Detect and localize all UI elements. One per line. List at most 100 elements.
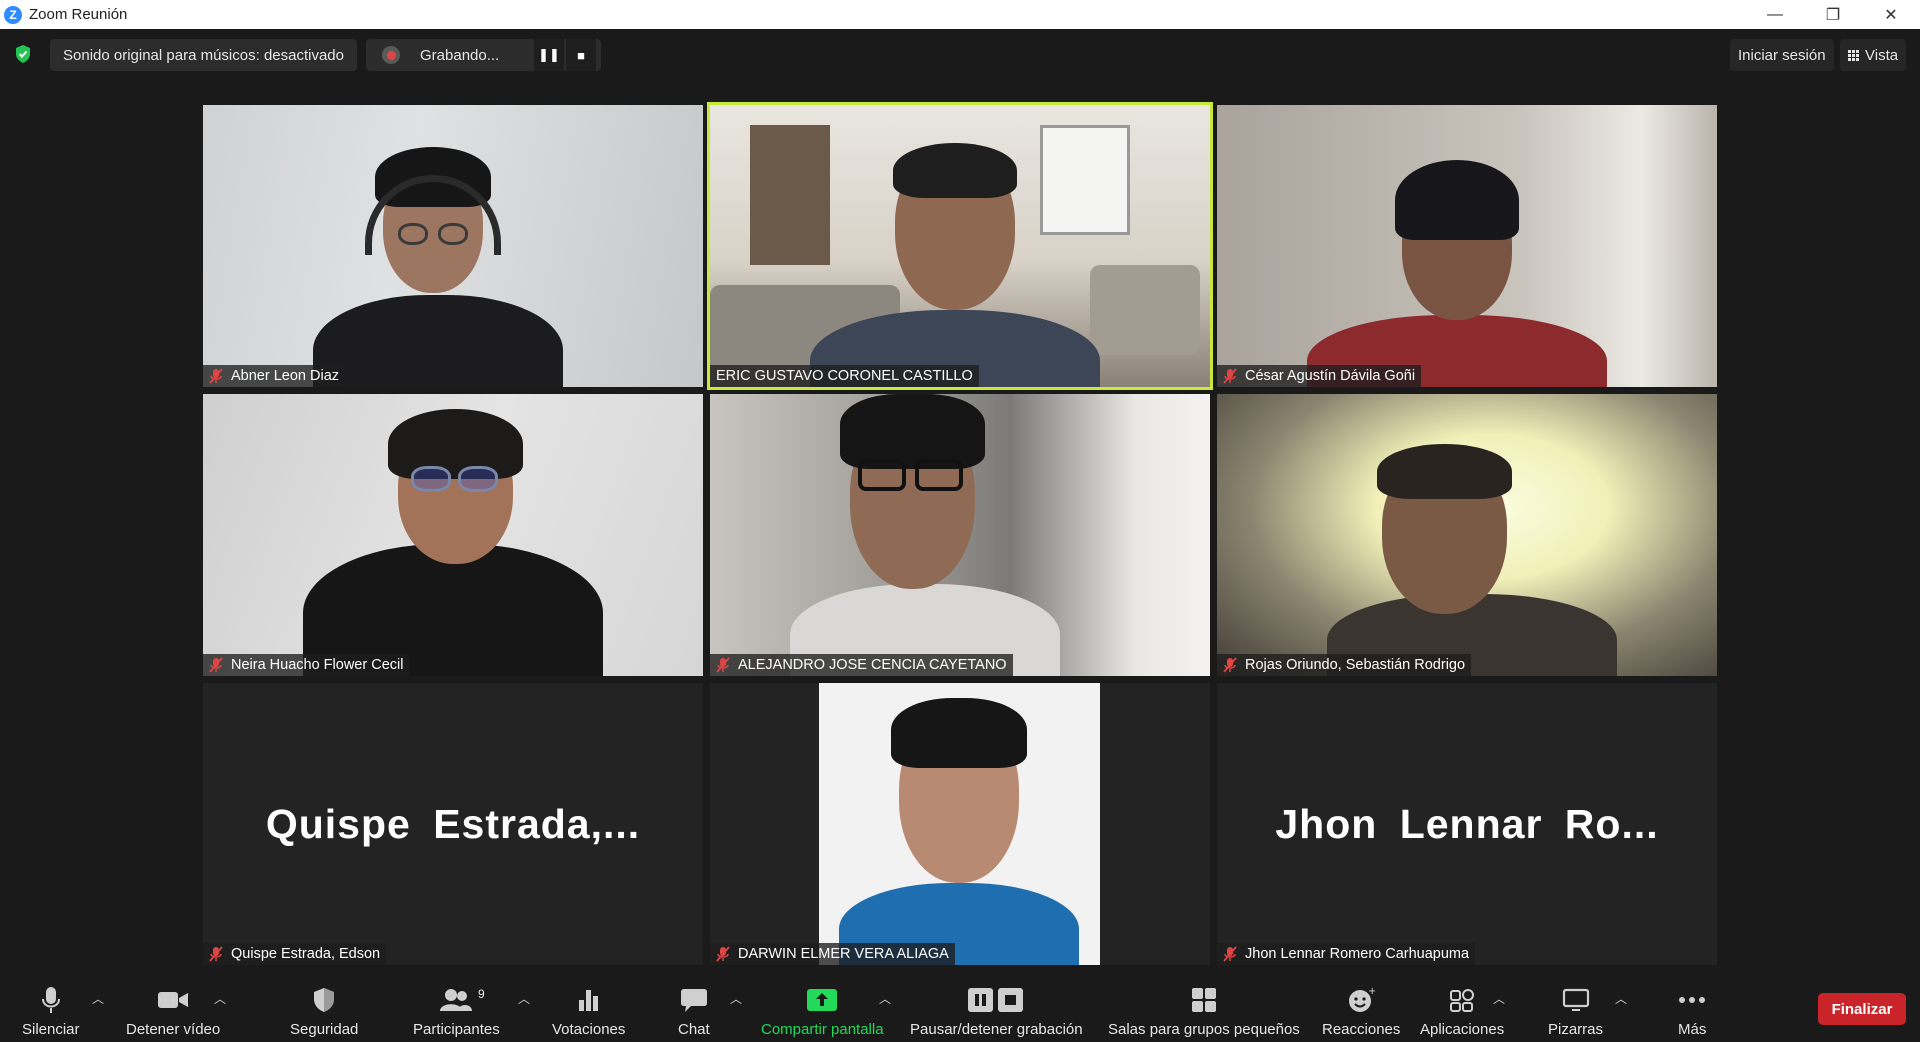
participant-name-tag: César Agustín Dávila Goñi: [1217, 365, 1422, 387]
participant-name-tag: Abner Leon Diaz: [203, 365, 346, 387]
participant-name-tag: Neira Huacho Flower Cecil: [203, 654, 410, 676]
participants-icon: [439, 983, 473, 1017]
participant-video: [1217, 105, 1717, 387]
mic-muted-icon: [1223, 657, 1237, 673]
pause-recording-toolbar-button[interactable]: Pausar/detener grabación: [910, 970, 1083, 1042]
video-tile[interactable]: ALEJANDRO JOSE CENCIA CAYETANO: [710, 394, 1210, 676]
view-label: Vista: [1865, 46, 1899, 64]
breakout-rooms-label: Salas para grupos pequeños: [1108, 1021, 1300, 1038]
more-label: Más: [1678, 1021, 1707, 1038]
video-tile-no-video[interactable]: Quispe Estrada,... Quispe Estrada, Edson: [203, 683, 703, 965]
close-button[interactable]: ✕: [1862, 0, 1920, 29]
pause-recording-label: Pausar/detener grabación: [910, 1021, 1083, 1038]
participant-name-tag: Rojas Oriundo, Sebastián Rodrigo: [1217, 654, 1472, 676]
chat-bubble-icon: [680, 983, 708, 1017]
participant-name: Jhon Lennar Romero Carhuapuma: [1245, 946, 1470, 962]
mute-button[interactable]: Silenciar: [22, 970, 80, 1042]
participant-name-tag: DARWIN ELMER VERA ALIAGA: [710, 943, 955, 965]
microphone-icon: [40, 983, 62, 1017]
video-tile[interactable]: César Agustín Dávila Goñi: [1217, 105, 1717, 387]
mic-muted-icon: [209, 946, 223, 962]
pause-stop-recording-icon: [967, 983, 1025, 1017]
participant-name: Quispe Estrada, Edson: [231, 946, 381, 962]
zoom-logo-icon: Z: [4, 5, 22, 24]
more-dots-icon: [1678, 983, 1706, 1017]
stop-video-button[interactable]: Detener vídeo: [126, 970, 220, 1042]
polls-button[interactable]: Votaciones: [552, 970, 625, 1042]
participant-name: Neira Huacho Flower Cecil: [231, 657, 404, 673]
window-titlebar: Z Zoom Reunión — ❐ ✕: [0, 0, 1920, 29]
more-button[interactable]: Más: [1678, 970, 1706, 1042]
restore-button[interactable]: ❐: [1804, 0, 1862, 29]
video-tile[interactable]: Neira Huacho Flower Cecil: [203, 394, 703, 676]
video-tile[interactable]: Abner Leon Diaz: [203, 105, 703, 387]
apps-button[interactable]: Aplicaciones: [1420, 970, 1504, 1042]
video-options-chevron-icon[interactable]: ︿: [214, 990, 226, 1007]
participant-name: César Agustín Dávila Goñi: [1245, 368, 1416, 384]
reactions-label: Reacciones: [1322, 1021, 1401, 1038]
end-meeting-button[interactable]: Finalizar: [1818, 993, 1906, 1025]
security-button[interactable]: Seguridad: [290, 970, 358, 1042]
window-controls: — ❐ ✕: [1746, 0, 1920, 29]
apps-options-chevron-icon[interactable]: ︿: [1493, 990, 1505, 1007]
breakout-rooms-button[interactable]: Salas para grupos pequeños: [1108, 970, 1300, 1042]
mute-label: Silenciar: [22, 1021, 80, 1038]
participant-name-tag: ALEJANDRO JOSE CENCIA CAYETANO: [710, 654, 1013, 676]
participants-count: 9: [478, 987, 485, 1001]
participant-photo: [819, 683, 1100, 965]
apps-icon: [1449, 983, 1475, 1017]
svg-text:+: +: [1368, 986, 1375, 997]
mic-muted-icon: [209, 368, 223, 384]
chat-label: Chat: [678, 1021, 710, 1038]
participants-button[interactable]: Participantes: [413, 970, 500, 1042]
participant-display-name: Jhon Lennar Ro...: [1275, 800, 1659, 847]
grid-view-icon: [1848, 49, 1859, 61]
share-screen-label: Compartir pantalla: [761, 1021, 884, 1038]
participant-video: [203, 394, 703, 676]
signin-button[interactable]: Iniciar sesión: [1730, 39, 1834, 71]
video-camera-icon: [157, 983, 189, 1017]
apps-label: Aplicaciones: [1420, 1021, 1505, 1038]
video-tile[interactable]: Rojas Oriundo, Sebastián Rodrigo: [1217, 394, 1717, 676]
participant-video: [203, 105, 703, 387]
participant-name: ERIC GUSTAVO CORONEL CASTILLO: [716, 368, 973, 384]
mic-muted-icon: [1223, 946, 1237, 962]
participant-display-name: Quispe Estrada,...: [265, 800, 641, 847]
minimize-button[interactable]: —: [1746, 0, 1804, 29]
share-screen-icon: [806, 983, 838, 1017]
whiteboards-options-chevron-icon[interactable]: ︿: [1615, 990, 1627, 1007]
mic-muted-icon: [209, 657, 223, 673]
recording-indicator: Grabando... ❚❚ ■: [366, 39, 601, 71]
participants-options-chevron-icon[interactable]: ︿: [518, 990, 530, 1007]
share-options-chevron-icon[interactable]: ︿: [879, 990, 891, 1007]
pause-recording-button[interactable]: ❚❚: [534, 39, 564, 71]
stop-recording-button[interactable]: ■: [566, 39, 596, 71]
recording-label: Grabando...: [420, 46, 500, 64]
chat-button[interactable]: Chat: [678, 970, 710, 1042]
chat-options-chevron-icon[interactable]: ︿: [730, 990, 742, 1007]
participant-video: [1217, 394, 1717, 676]
participant-name: DARWIN ELMER VERA ALIAGA: [738, 946, 949, 962]
original-sound-button[interactable]: Sonido original para músicos: desactivad…: [50, 39, 357, 71]
view-button[interactable]: Vista: [1840, 39, 1907, 71]
window-title: Zoom Reunión: [29, 6, 128, 23]
participant-name-tag: Jhon Lennar Romero Carhuapuma: [1217, 943, 1476, 965]
video-tile[interactable]: DARWIN ELMER VERA ALIAGA: [710, 683, 1210, 965]
meeting-toolbar: Silenciar ︿ Detener vídeo ︿ Seguridad Pa…: [0, 970, 1920, 1042]
reactions-button[interactable]: + Reacciones: [1322, 970, 1400, 1042]
encryption-shield-icon[interactable]: [14, 44, 32, 64]
whiteboards-button[interactable]: Pizarras: [1548, 970, 1603, 1042]
participant-name: ALEJANDRO JOSE CENCIA CAYETANO: [738, 657, 1007, 673]
security-shield-icon: [312, 983, 336, 1017]
share-screen-button[interactable]: Compartir pantalla: [761, 970, 884, 1042]
bar-chart-icon: [577, 983, 601, 1017]
participant-video: [710, 394, 1210, 676]
video-tile-no-video[interactable]: Jhon Lennar Ro... Jhon Lennar Romero Car…: [1217, 683, 1717, 965]
audio-options-chevron-icon[interactable]: ︿: [92, 990, 104, 1007]
mic-muted-icon: [716, 657, 730, 673]
smiley-icon: +: [1347, 983, 1375, 1017]
participant-video: [710, 105, 1210, 387]
meeting-topbar: Sonido original para músicos: desactivad…: [0, 29, 1920, 79]
video-tile-active-speaker[interactable]: ERIC GUSTAVO CORONEL CASTILLO: [707, 102, 1213, 390]
whiteboard-icon: [1562, 983, 1590, 1017]
